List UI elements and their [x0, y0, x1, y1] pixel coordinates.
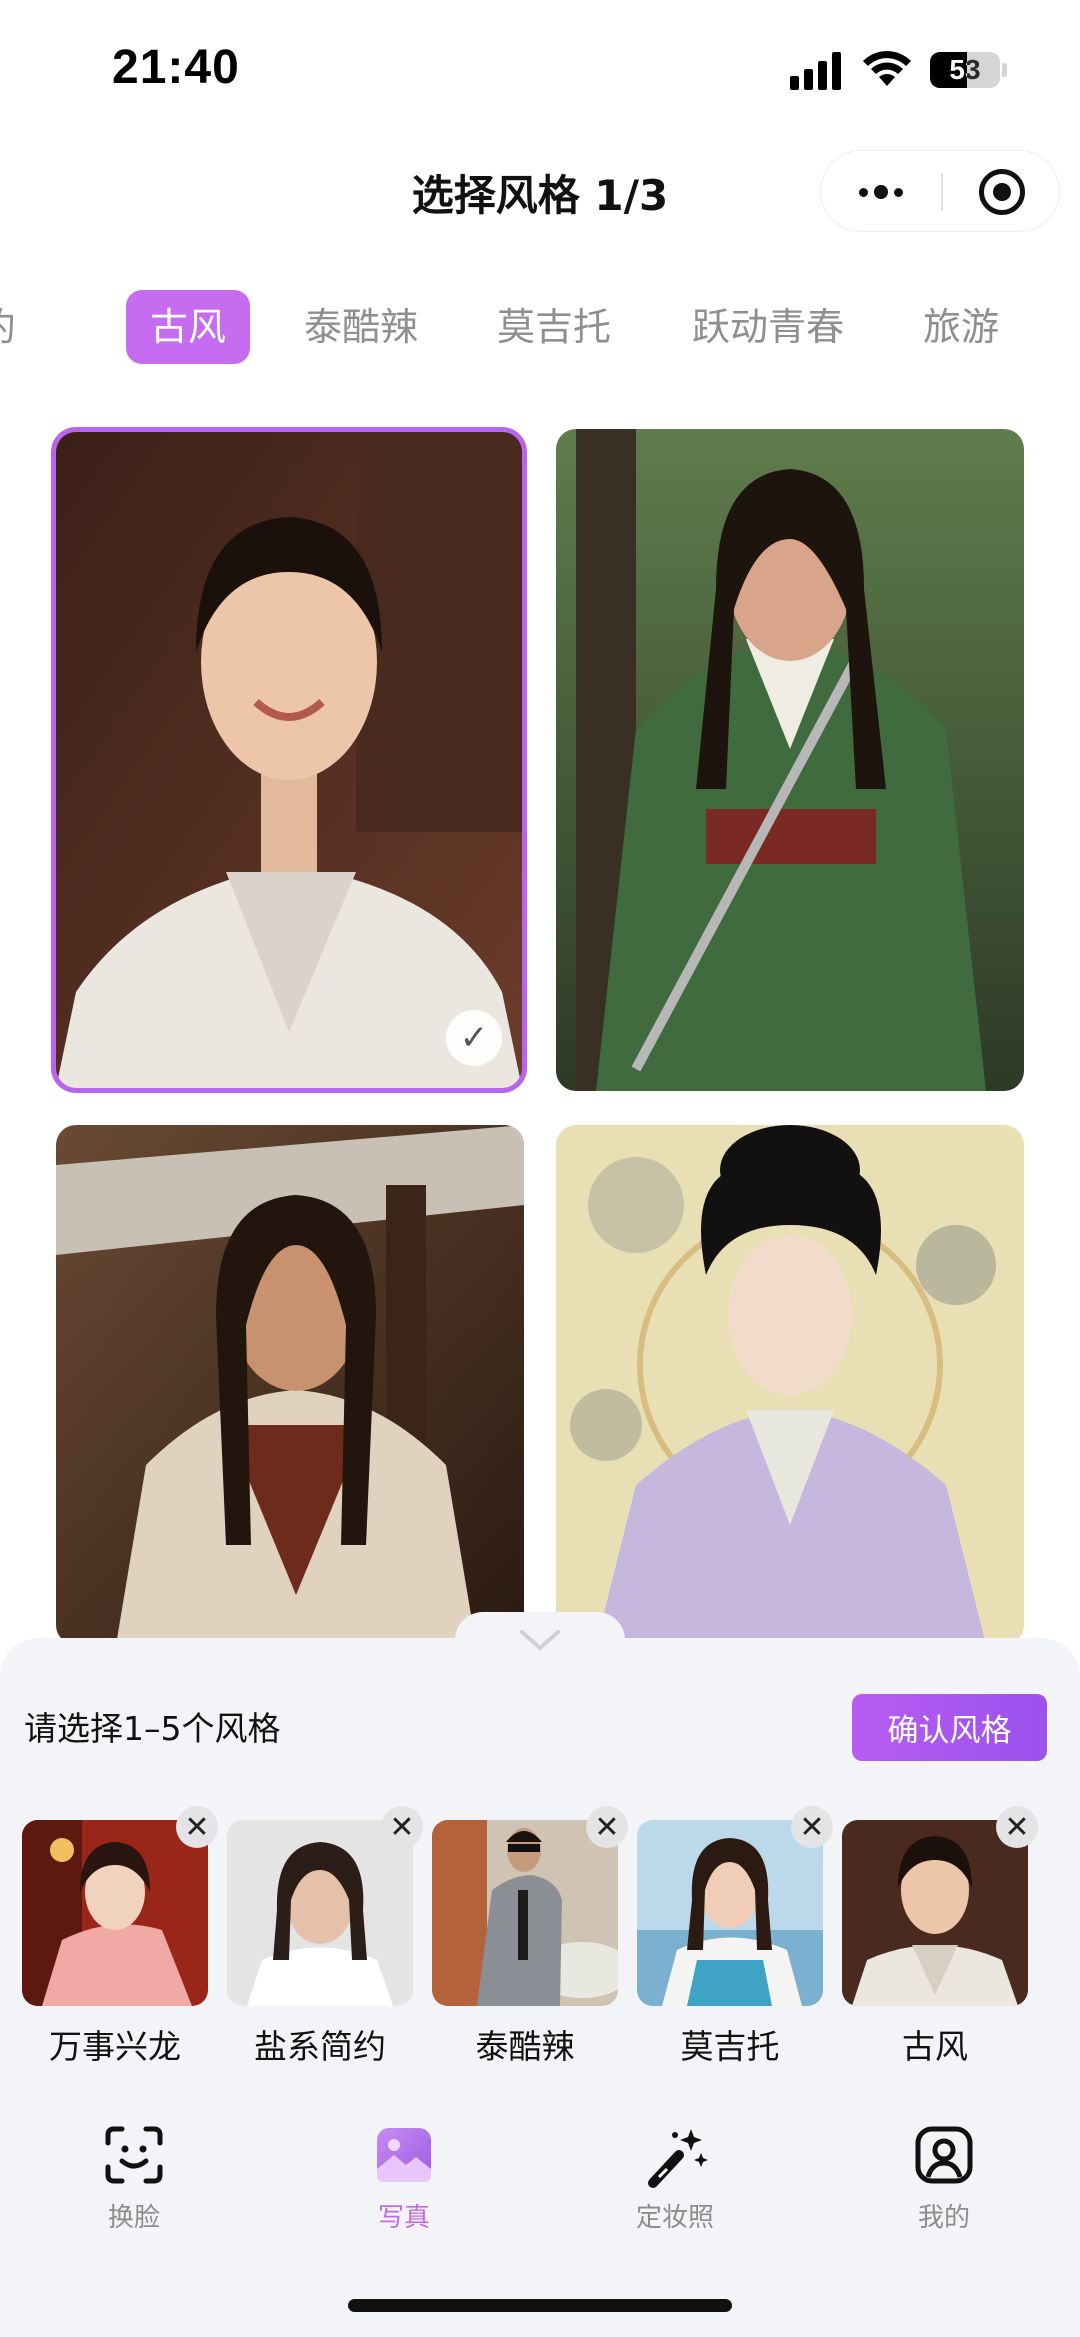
tab-partial[interactable]: 约: [0, 290, 16, 364]
selected-style-item[interactable]: ✕: [22, 1806, 218, 2006]
magic-wand-icon: [648, 2129, 708, 2188]
tabbar-label: 我的: [917, 2203, 970, 2233]
battery-icon: 53: [930, 52, 1000, 88]
style-card[interactable]: [56, 1125, 524, 1645]
style-card[interactable]: [556, 429, 1024, 1091]
selected-style-label: 盐系简约: [254, 2027, 386, 2066]
remove-style-button[interactable]: ✕: [996, 1806, 1038, 1848]
style-card[interactable]: [556, 1125, 1024, 1645]
tabbar-label: 换脸: [107, 2203, 160, 2233]
cellular-signal-icon: [790, 52, 842, 90]
selected-style-label: 莫吉托: [680, 2027, 780, 2066]
tabbar-item-makeup[interactable]: 定妆照: [595, 2125, 755, 2235]
profile-icon: [915, 2126, 973, 2184]
tab-taikula[interactable]: 泰酷辣: [304, 290, 418, 364]
selection-hint: 请选择1–5个风格: [24, 1709, 281, 1748]
style-photo: [56, 432, 522, 1088]
tab-youth[interactable]: 跃动青春: [692, 290, 844, 364]
remove-style-button[interactable]: ✕: [381, 1806, 423, 1848]
capsule-divider: [941, 173, 943, 211]
selected-check-icon: ✓: [446, 1010, 502, 1066]
wifi-icon: [863, 51, 911, 86]
collapse-sheet-button[interactable]: [455, 1612, 625, 1682]
style-card[interactable]: ✓: [51, 427, 527, 1093]
remove-style-button[interactable]: ✕: [791, 1806, 833, 1848]
mini-program-capsule: [820, 150, 1060, 232]
more-options-button[interactable]: [821, 151, 941, 233]
selected-style-item[interactable]: ✕: [432, 1806, 628, 2006]
photo-icon: [377, 2128, 431, 2182]
selected-style-label: 泰酷辣: [475, 2027, 575, 2066]
style-photo: [56, 1125, 524, 1645]
tab-travel[interactable]: 旅游: [923, 290, 999, 364]
battery-nub: [1002, 63, 1007, 77]
status-bar: 21:40 53: [0, 0, 1080, 130]
chevron-down-icon: [520, 1630, 560, 1651]
style-photo: [556, 1125, 1024, 1645]
selected-style-item[interactable]: ✕: [637, 1806, 833, 2006]
tabbar-item-face-swap[interactable]: 换脸: [54, 2125, 214, 2235]
tabbar-item-profile[interactable]: 我的: [864, 2125, 1024, 2235]
style-category-tabs: 约 古风 泰酷辣 莫吉托 跃动青春 旅游: [0, 290, 1080, 366]
tabbar-item-photo[interactable]: 写真: [324, 2125, 484, 2235]
selected-style-thumbnail: [227, 1820, 413, 2006]
status-time: 21:40: [112, 41, 240, 94]
face-swap-icon: [105, 2126, 163, 2184]
close-mini-program-button[interactable]: [979, 169, 1025, 215]
tab-mojito[interactable]: 莫吉托: [497, 290, 611, 364]
style-photo: [556, 429, 1024, 1091]
selected-style-thumbnail: [637, 1820, 823, 2006]
remove-style-button[interactable]: ✕: [586, 1806, 628, 1848]
remove-style-button[interactable]: ✕: [176, 1806, 218, 1848]
selected-style-item[interactable]: ✕: [842, 1806, 1038, 2006]
tab-gufeng[interactable]: 古风: [126, 290, 251, 364]
tabbar-label: 定妆照: [635, 2203, 714, 2233]
battery-level: 53: [949, 54, 981, 85]
selected-style-thumbnail: [842, 1820, 1028, 2006]
selected-style-label: 万事兴龙: [49, 2027, 181, 2066]
home-indicator: [348, 2299, 732, 2312]
selected-style-thumbnail: [432, 1820, 618, 2006]
tabbar-label: 写真: [377, 2203, 430, 2233]
selected-style-thumbnail: [22, 1820, 208, 2006]
confirm-style-button[interactable]: 确认风格: [852, 1694, 1047, 1761]
selected-style-item[interactable]: ✕: [227, 1806, 423, 2006]
selected-style-label: 古风: [902, 2027, 968, 2066]
